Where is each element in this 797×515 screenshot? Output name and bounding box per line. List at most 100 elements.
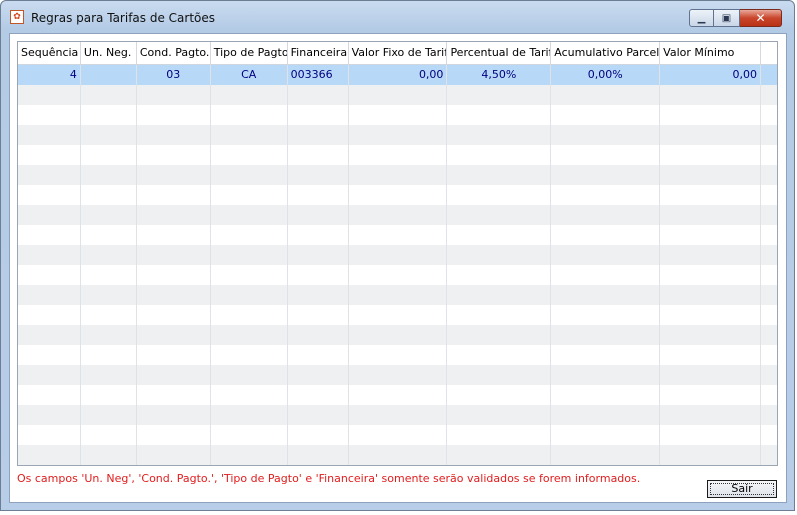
- empty-cell[interactable]: [447, 125, 552, 145]
- rules-grid[interactable]: Sequência Un. Neg. Cond. Pagto. Tipo de …: [17, 41, 778, 466]
- empty-cell[interactable]: [447, 385, 552, 405]
- empty-cell[interactable]: [660, 125, 762, 145]
- empty-cell[interactable]: [447, 405, 552, 425]
- empty-cell[interactable]: [349, 245, 448, 265]
- empty-cell[interactable]: [211, 225, 288, 245]
- cell-valor-fixo[interactable]: 0,00: [349, 65, 448, 85]
- empty-cell[interactable]: [137, 245, 211, 265]
- empty-cell[interactable]: [137, 385, 211, 405]
- empty-cell[interactable]: [81, 85, 137, 105]
- empty-cell[interactable]: [349, 205, 448, 225]
- empty-cell[interactable]: [137, 165, 211, 185]
- empty-cell[interactable]: [660, 365, 762, 385]
- empty-cell[interactable]: [660, 425, 762, 445]
- empty-cell[interactable]: [551, 325, 661, 345]
- empty-cell[interactable]: [288, 165, 349, 185]
- empty-cell[interactable]: [18, 325, 81, 345]
- empty-cell[interactable]: [137, 425, 211, 445]
- empty-table-row[interactable]: [18, 205, 777, 225]
- empty-cell[interactable]: [660, 85, 762, 105]
- empty-cell[interactable]: [349, 265, 448, 285]
- empty-table-row[interactable]: [18, 425, 777, 445]
- empty-cell[interactable]: [551, 185, 661, 205]
- empty-cell[interactable]: [761, 225, 777, 245]
- empty-cell[interactable]: [18, 385, 81, 405]
- empty-cell[interactable]: [761, 205, 777, 225]
- col-valor-minimo[interactable]: Valor Mínimo: [660, 42, 762, 64]
- empty-cell[interactable]: [137, 85, 211, 105]
- empty-cell[interactable]: [211, 465, 288, 466]
- empty-cell[interactable]: [349, 445, 448, 465]
- empty-cell[interactable]: [660, 445, 762, 465]
- empty-cell[interactable]: [81, 225, 137, 245]
- table-row[interactable]: 4 03 CA 003366 0,00 4,50% 0,00% 0,00: [18, 65, 777, 85]
- empty-cell[interactable]: [288, 105, 349, 125]
- empty-cell[interactable]: [288, 265, 349, 285]
- empty-cell[interactable]: [137, 105, 211, 125]
- empty-cell[interactable]: [211, 205, 288, 225]
- empty-cell[interactable]: [288, 325, 349, 345]
- empty-table-row[interactable]: [18, 465, 777, 466]
- empty-cell[interactable]: [288, 145, 349, 165]
- empty-cell[interactable]: [81, 325, 137, 345]
- empty-cell[interactable]: [447, 345, 552, 365]
- empty-cell[interactable]: [18, 185, 81, 205]
- empty-cell[interactable]: [349, 365, 448, 385]
- empty-cell[interactable]: [137, 205, 211, 225]
- empty-cell[interactable]: [18, 125, 81, 145]
- empty-cell[interactable]: [211, 305, 288, 325]
- col-sequencia[interactable]: Sequência: [18, 42, 81, 64]
- empty-cell[interactable]: [211, 105, 288, 125]
- empty-cell[interactable]: [761, 425, 777, 445]
- empty-cell[interactable]: [349, 105, 448, 125]
- empty-cell[interactable]: [660, 105, 762, 125]
- empty-cell[interactable]: [137, 265, 211, 285]
- col-financeira[interactable]: Financeira: [288, 42, 349, 64]
- empty-cell[interactable]: [211, 365, 288, 385]
- empty-cell[interactable]: [18, 85, 81, 105]
- empty-cell[interactable]: [349, 425, 448, 445]
- empty-cell[interactable]: [81, 125, 137, 145]
- empty-cell[interactable]: [660, 205, 762, 225]
- empty-cell[interactable]: [18, 205, 81, 225]
- empty-cell[interactable]: [761, 145, 777, 165]
- empty-cell[interactable]: [551, 125, 661, 145]
- empty-cell[interactable]: [447, 305, 552, 325]
- empty-cell[interactable]: [288, 365, 349, 385]
- empty-cell[interactable]: [81, 205, 137, 225]
- empty-cell[interactable]: [349, 305, 448, 325]
- empty-cell[interactable]: [660, 265, 762, 285]
- empty-cell[interactable]: [349, 125, 448, 145]
- empty-table-row[interactable]: [18, 225, 777, 245]
- empty-cell[interactable]: [137, 465, 211, 466]
- empty-cell[interactable]: [660, 345, 762, 365]
- empty-cell[interactable]: [447, 105, 552, 125]
- empty-cell[interactable]: [761, 185, 777, 205]
- empty-cell[interactable]: [761, 85, 777, 105]
- empty-cell[interactable]: [551, 105, 661, 125]
- empty-cell[interactable]: [288, 205, 349, 225]
- empty-cell[interactable]: [18, 285, 81, 305]
- empty-cell[interactable]: [551, 405, 661, 425]
- empty-cell[interactable]: [81, 245, 137, 265]
- empty-cell[interactable]: [447, 365, 552, 385]
- empty-cell[interactable]: [137, 445, 211, 465]
- empty-cell[interactable]: [660, 465, 761, 466]
- empty-cell[interactable]: [349, 345, 448, 365]
- empty-cell[interactable]: [211, 405, 288, 425]
- col-valor-fixo[interactable]: Valor Fixo de Tarifa: [349, 42, 448, 64]
- empty-cell[interactable]: [137, 405, 211, 425]
- empty-cell[interactable]: [18, 225, 81, 245]
- empty-cell[interactable]: [551, 425, 661, 445]
- col-un-neg[interactable]: Un. Neg.: [81, 42, 137, 64]
- empty-cell[interactable]: [551, 305, 661, 325]
- title-bar[interactable]: ✿ Regras para Tarifas de Cartões ▁ ▣ ✕: [1, 1, 794, 33]
- empty-cell[interactable]: [288, 405, 349, 425]
- empty-cell[interactable]: [551, 165, 661, 185]
- empty-cell[interactable]: [18, 365, 81, 385]
- empty-cell[interactable]: [81, 405, 137, 425]
- empty-cell[interactable]: [761, 285, 777, 305]
- empty-cell[interactable]: [660, 405, 762, 425]
- empty-table-row[interactable]: [18, 405, 777, 425]
- empty-cell[interactable]: [660, 165, 762, 185]
